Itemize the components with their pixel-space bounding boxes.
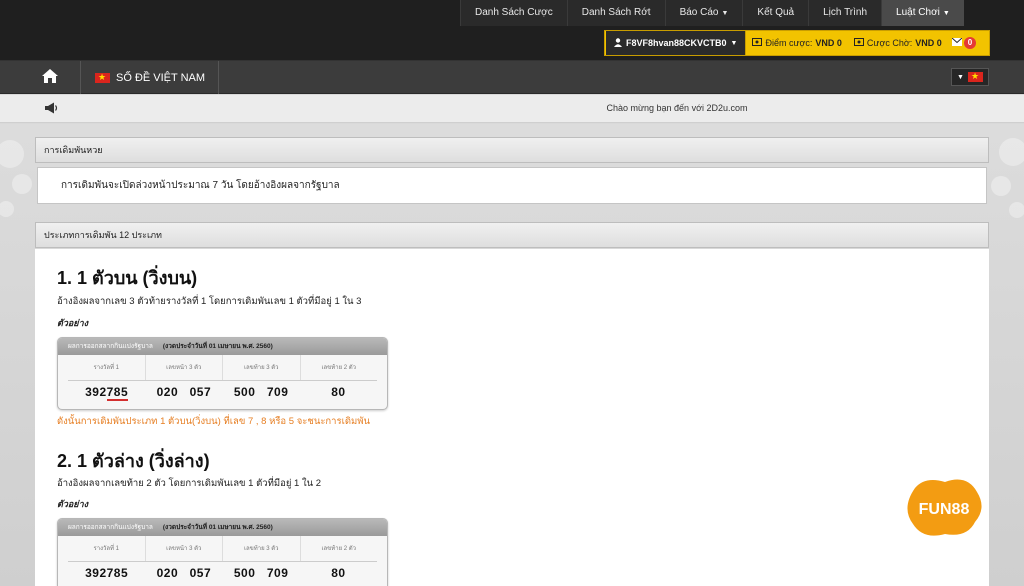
nav-schedule[interactable]: Lịch Trình [808,0,882,26]
floral-decoration [991,138,1024,218]
wallet-icon [752,38,763,48]
prize1-value: 392785 [85,566,129,580]
section-title: 1. 1 ตัวบน (วิ่งบน) [57,268,198,288]
section-description: อ้างอิงผลจากเลข 3 ตัวท้ายรางวัลที่ 1 โดย… [57,296,362,307]
nav-reports[interactable]: Báo Cáo ▼ [664,0,743,26]
home-icon [42,68,58,88]
front3-value: 020 057 [156,566,212,580]
result-values: 392785 020 057 500 709 80 [68,562,377,586]
mail-button[interactable]: 0 [951,37,977,49]
back3-value: 500 709 [233,566,289,580]
column-header: เลขหน้า 3 ตัว [146,355,223,380]
column-header: รางวัลที่ 1 [68,355,146,380]
bet-types-header: ประเภทการเดิมพัน 12 ประเภท [35,222,989,248]
mail-count-badge: 0 [963,37,977,49]
lottery-betting-info: การเดิมพันจะเปิดล่วงหน้าประมาณ 7 วัน โดย… [37,167,987,204]
svg-text:FUN88: FUN88 [919,501,970,518]
caret-down-icon: ▼ [957,73,964,81]
section-title: 2. 1 ตัวล่าง (วิ่งล่าง) [57,451,210,471]
result-card: ผลการออกสลากกินแบ่งรัฐบาล (งวดประจำวันที… [57,337,388,410]
result-card: ผลการออกสลากกินแบ่งรัฐบาล (งวดประจำวันที… [57,518,388,586]
bet-points: Điểm cược: VND 0 [746,38,847,48]
chevron-down-icon: ▼ [730,39,738,47]
section-description: อ้างอิงผลจากเลขท้าย 2 ตัว โดยการเดิมพันเ… [57,478,322,489]
result-card-header: ผลการออกสลากกินแบ่งรัฐบาล (งวดประจำวันที… [58,519,387,536]
lottery-betting-header: การเดิมพันหวย [35,137,989,163]
vietnam-flag-icon [95,71,110,83]
nav-bet-list[interactable]: Danh Sách Cược [460,0,567,26]
column-header: เลขท้าย 3 ตัว [223,536,301,561]
front3-value: 020 057 [156,385,212,399]
user-info-box: F8VF8hvan88CKVCTB0 ▼ Điểm cược: VND 0 Cư… [604,30,990,56]
back3-value: 500 709 [233,385,289,399]
result-card-header: ผลการออกสลากกินแบ่งรัฐบาล (งวดประจำวันที… [58,338,387,355]
column-header: เลขท้าย 2 ตัว [321,546,357,552]
result-values: 392785 020 057 500 709 80 [68,381,377,405]
column-header: เลขท้าย 3 ตัว [223,355,301,380]
nav-lost-list[interactable]: Danh Sách Rớt [566,0,665,26]
account-dropdown[interactable]: F8VF8hvan88CKVCTB0 ▼ [606,31,747,55]
result-columns: รางวัลที่ 1 เลขหน้า 3 ตัว เลขท้าย 3 ตัว … [68,536,377,562]
example-label: ตัวอย่าง [57,318,89,328]
column-header: รางวัลที่ 1 [68,536,146,561]
section-note: ดังนั้นการเดิมพันประเภท 1 ตัวบน(วิ่งบน) … [57,416,371,427]
welcome-message: Chào mừng bạn đến với 2D2u.com [606,103,748,113]
account-name: F8VF8hvan88CKVCTB0 [626,38,727,48]
fun88-logo: FUN88 [907,479,982,536]
result-columns: รางวัลที่ 1 เลขหน้า 3 ตัว เลขท้าย 3 ตัว … [68,355,377,381]
chevron-down-icon: ▼ [942,10,950,17]
user-icon [614,37,622,49]
example-label: ตัวอย่าง [57,499,89,509]
floral-decoration [0,140,32,217]
divider [80,61,81,94]
wallet-icon [853,38,864,48]
site-name: SỐ ĐỀ VIỆT NAM [116,72,206,84]
chevron-down-icon: ▼ [721,10,729,17]
language-selector[interactable]: ▼ [951,68,989,86]
divider [218,61,219,94]
top-menu: Danh Sách Cược Danh Sách Rớt Báo Cáo ▼ Kế… [460,0,964,26]
vietnam-flag-icon [967,70,983,82]
prize1-value: 392785 [85,385,129,401]
nav-results[interactable]: Kết Quả [742,0,809,26]
column-header: เลขหน้า 3 ตัว [146,536,223,561]
home-button[interactable] [34,67,66,89]
nav-rules[interactable]: Luật Chơi ▼ [881,0,964,26]
back2-value: 80 [331,385,346,399]
site-link[interactable]: SỐ ĐỀ VIỆT NAM [95,70,205,86]
column-header: เลขท้าย 2 ตัว [321,365,357,371]
envelope-icon [951,37,963,48]
pending-bets: Cược Chờ: VND 0 [848,38,948,48]
back2-value: 80 [331,566,346,580]
